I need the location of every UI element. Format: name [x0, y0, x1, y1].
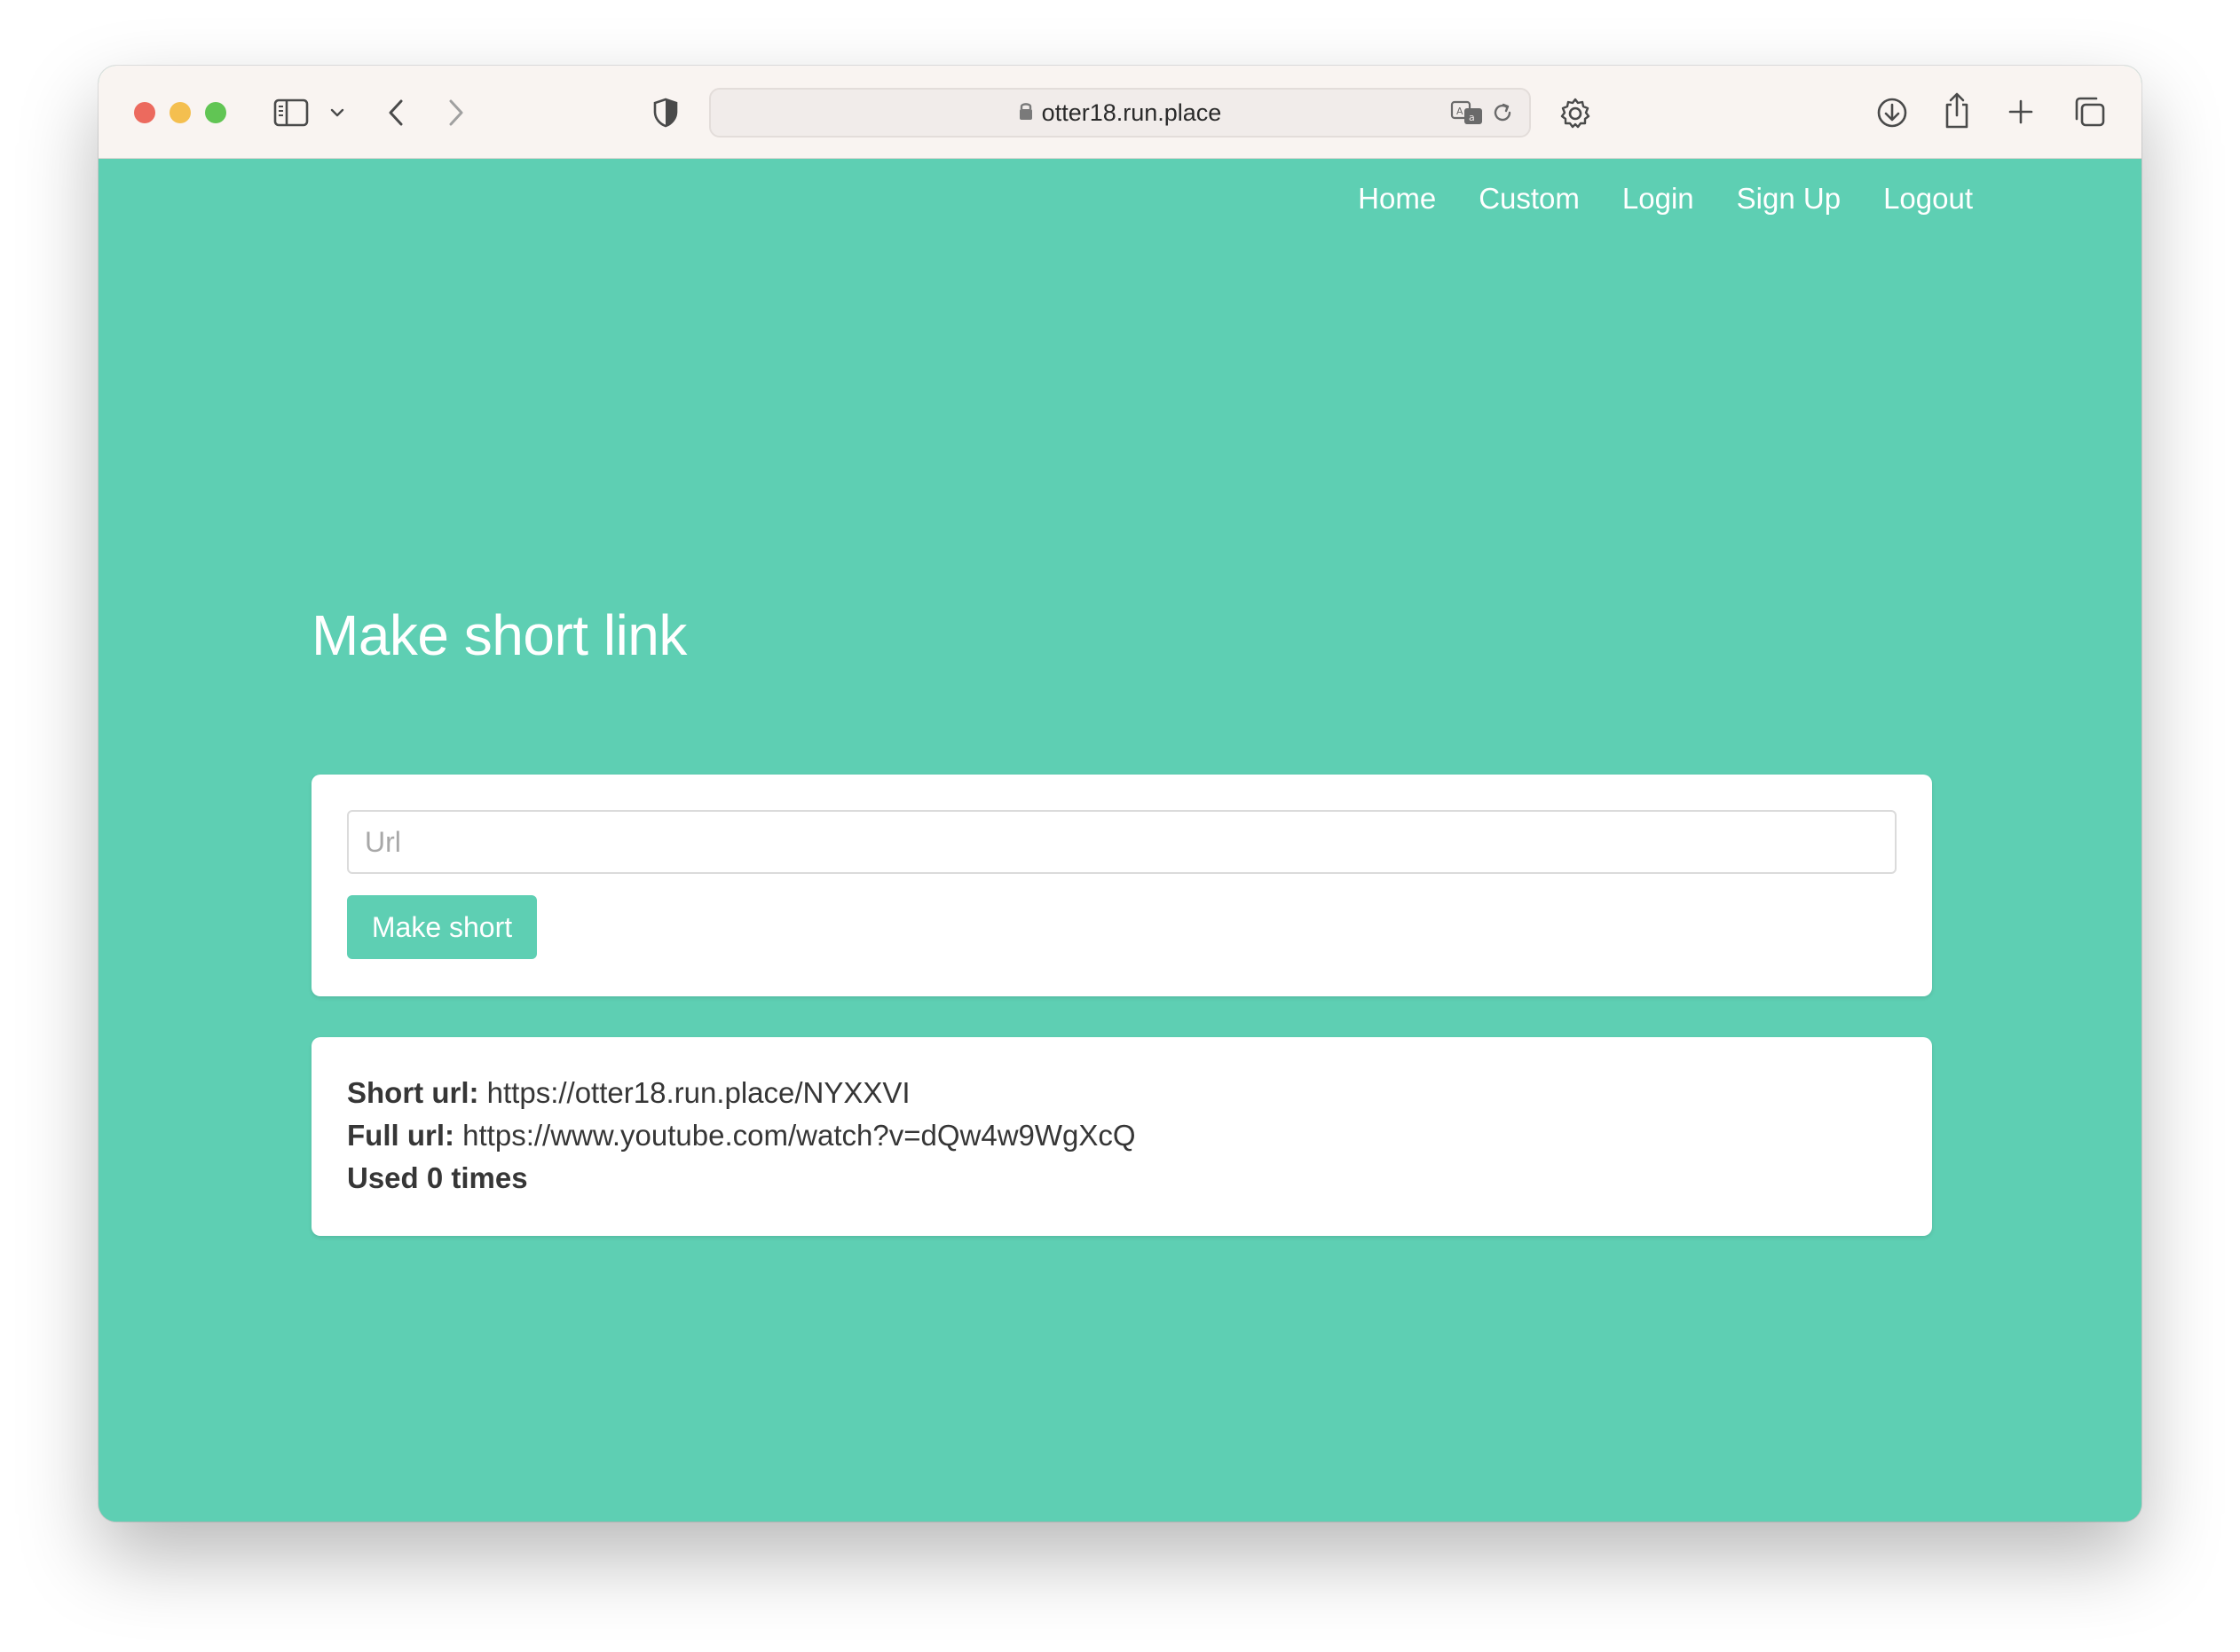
nav-item-sign-up[interactable]: Sign Up	[1737, 182, 1841, 216]
usage-count-line: Used 0 times	[347, 1161, 528, 1195]
svg-text:A: A	[1456, 106, 1463, 117]
address-url-text: otter18.run.place	[1041, 98, 1222, 126]
browser-toolbar: otter18.run.place Aa	[99, 66, 2141, 159]
nav-item-custom[interactable]: Custom	[1479, 182, 1580, 216]
make-short-button[interactable]: Make short	[347, 895, 537, 959]
short-url-value: https://otter18.run.place/NYXXVI	[486, 1076, 911, 1109]
plus-icon[interactable]	[2005, 96, 2037, 128]
forward-icon[interactable]	[443, 96, 469, 130]
page-title: Make short link	[312, 603, 687, 667]
full-url-value: https://www.youtube.com/watch?v=dQw4w9Wg…	[462, 1119, 1136, 1152]
shorten-form-card: Make short	[312, 775, 1932, 996]
desktop: otter18.run.place Aa Home Custom Login S…	[0, 0, 2240, 1652]
nav-item-logout[interactable]: Logout	[1883, 182, 1973, 216]
url-input[interactable]	[347, 810, 1897, 874]
gear-icon[interactable]	[1558, 96, 1593, 131]
share-icon[interactable]	[1939, 90, 1975, 131]
full-url-line: Full url: https://www.youtube.com/watch?…	[347, 1119, 1136, 1152]
translate-icon[interactable]: Aa	[1449, 98, 1485, 127]
page-content: Home Custom Login Sign Up Logout Make sh…	[99, 159, 2141, 1522]
short-url-line: Short url: https://otter18.run.place/NYX…	[347, 1076, 911, 1110]
lock-icon	[1019, 99, 1033, 127]
full-url-label: Full url:	[347, 1119, 454, 1152]
address-bar[interactable]: otter18.run.place Aa	[709, 88, 1531, 138]
browser-window: otter18.run.place Aa Home Custom Login S…	[99, 66, 2141, 1522]
close-window-button[interactable]	[134, 102, 155, 123]
short-url-label: Short url:	[347, 1076, 479, 1109]
nav-item-home[interactable]: Home	[1358, 182, 1436, 216]
minimize-window-button[interactable]	[170, 102, 191, 123]
tabs-icon[interactable]	[2070, 94, 2108, 130]
back-icon[interactable]	[383, 96, 409, 130]
reload-icon[interactable]	[1490, 100, 1515, 125]
download-icon[interactable]	[1873, 94, 1911, 131]
usage-count-text: Used 0 times	[347, 1161, 528, 1194]
result-card: Short url: https://otter18.run.place/NYX…	[312, 1037, 1932, 1236]
svg-text:a: a	[1469, 112, 1475, 123]
chevron-down-icon[interactable]	[327, 101, 347, 124]
sidebar-icon[interactable]	[272, 96, 310, 130]
nav-item-login[interactable]: Login	[1622, 182, 1694, 216]
maximize-window-button[interactable]	[205, 102, 226, 123]
top-nav: Home Custom Login Sign Up Logout	[1315, 182, 1973, 216]
shield-icon[interactable]	[651, 96, 681, 130]
